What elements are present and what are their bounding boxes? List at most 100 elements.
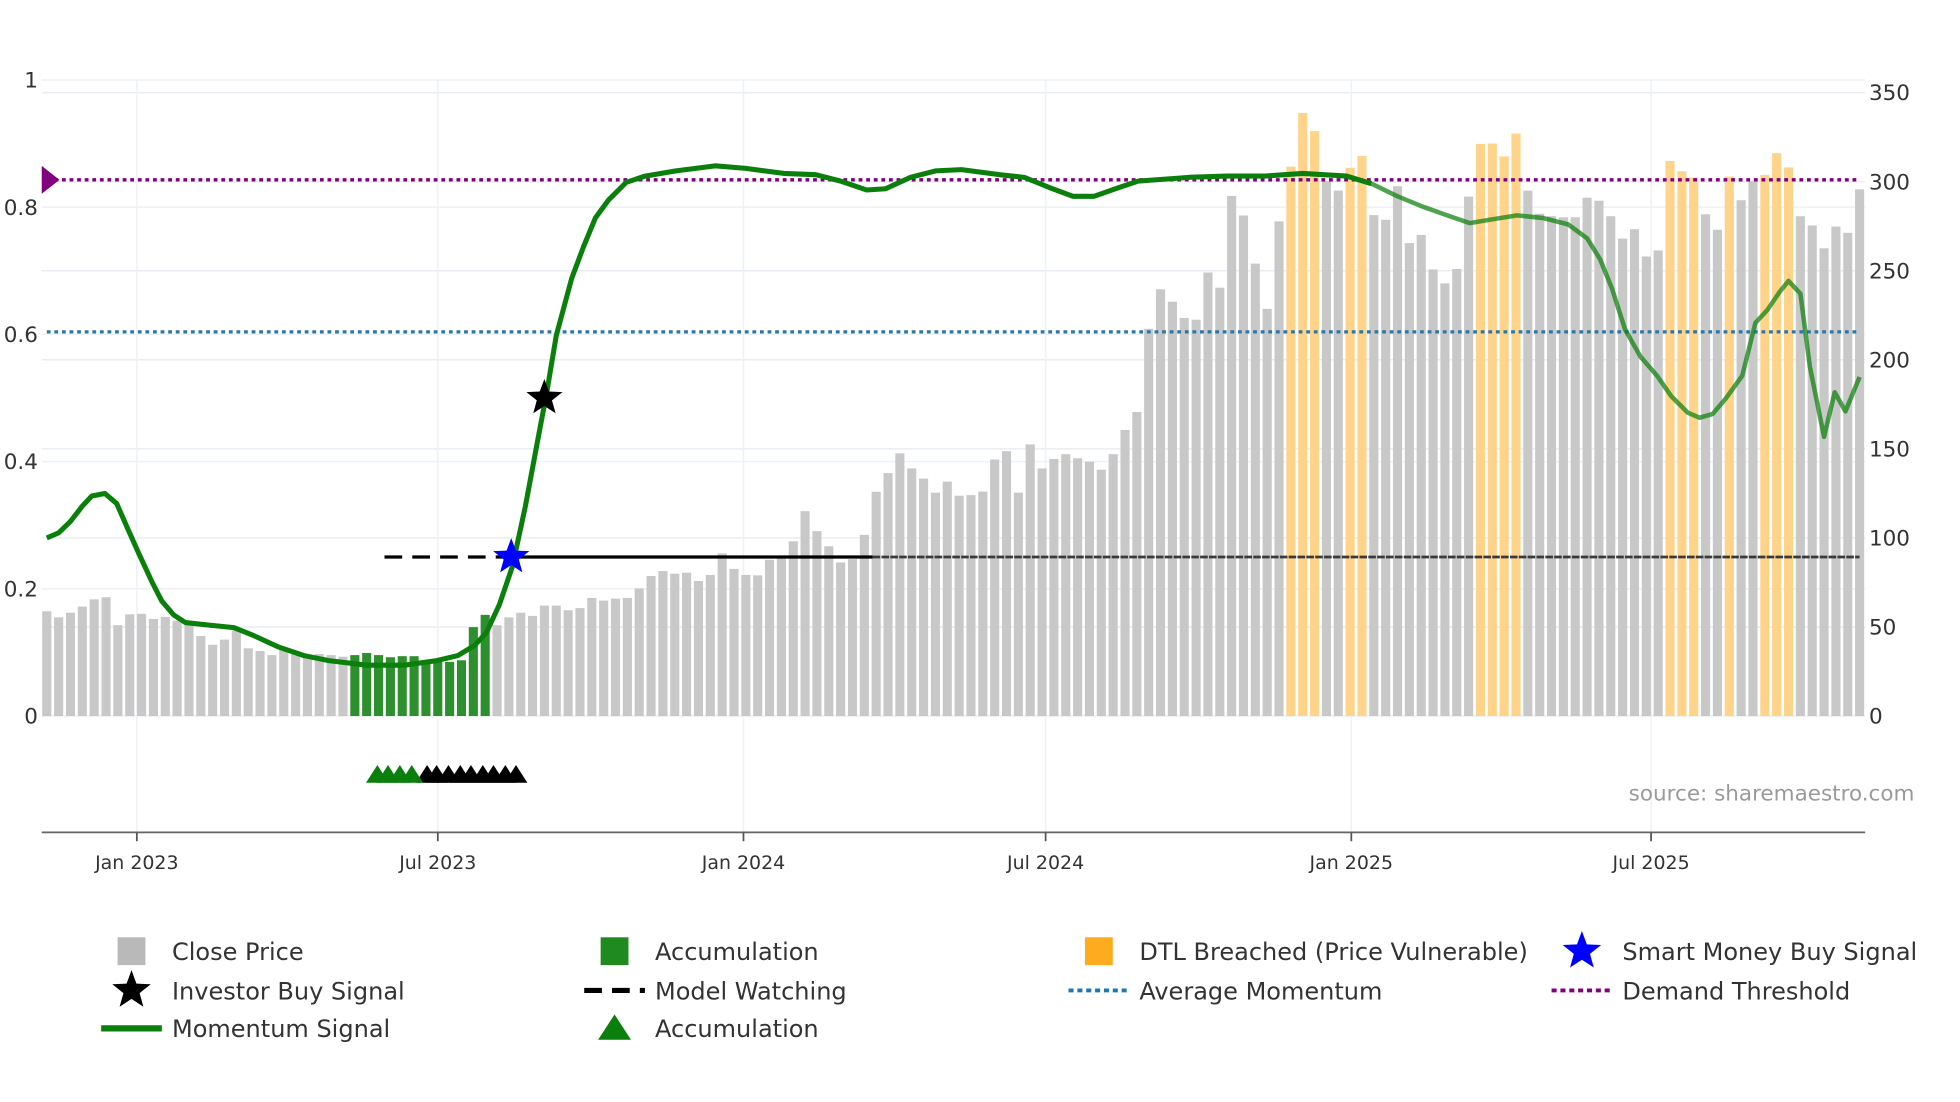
close-price-bar — [172, 620, 182, 717]
close-price-bar — [717, 553, 727, 717]
demand-threshold-marker — [41, 165, 60, 194]
close-price-bar — [1001, 451, 1012, 717]
left-tick-label: 1 — [24, 69, 38, 94]
right-tick-label: 300 — [1869, 170, 1910, 195]
close-price-bar — [148, 618, 158, 717]
close-price-bar — [1748, 181, 1758, 717]
close-price-bar — [326, 655, 336, 717]
close-price-bar — [859, 534, 869, 717]
close-price-bar — [1653, 250, 1663, 717]
close-price-bar — [243, 648, 253, 717]
close-price-bar — [1452, 268, 1462, 717]
close-price-bar — [302, 656, 313, 717]
close-price-bar — [516, 612, 526, 717]
dtl-breached-bar — [1511, 133, 1521, 717]
close-price-bar — [1013, 492, 1023, 717]
close-price-bar — [125, 614, 135, 717]
close-price-bar — [599, 600, 609, 717]
close-price-bar — [551, 605, 561, 717]
legend-item: DTL Breached (Price Vulnerable) — [1084, 937, 1528, 966]
accumulation-bar — [421, 661, 431, 717]
dtl-breached-bar — [1760, 174, 1770, 717]
left-tick-label: 0 — [24, 705, 38, 730]
close-price-bar — [930, 492, 940, 717]
close-price-bar — [634, 588, 644, 717]
close-price-bars — [42, 112, 1865, 717]
close-price-bar — [1736, 200, 1746, 717]
close-price-bar — [788, 541, 798, 717]
close-price-bar — [1333, 190, 1343, 717]
close-price-bar — [1546, 216, 1557, 717]
close-price-bar — [764, 559, 775, 717]
close-price-bar — [1629, 229, 1640, 717]
close-price-bar — [753, 575, 763, 717]
close-price-bar — [836, 562, 846, 717]
x-tick-label: Jan 2025 — [1309, 852, 1393, 874]
close-price-bar — [1404, 243, 1414, 717]
close-price-bar — [279, 648, 289, 717]
close-price-bar — [1025, 444, 1035, 717]
close-price-bar — [670, 573, 680, 717]
accumulation-bar — [445, 661, 455, 717]
close-price-bar — [954, 495, 964, 717]
legend-star-icon — [1562, 930, 1602, 968]
legend-label: Model Watching — [655, 977, 847, 1005]
close-price-bar — [101, 597, 111, 717]
close-price-bar — [1179, 317, 1189, 717]
close-price-bar — [1641, 256, 1651, 717]
legend-label: Accumulation — [655, 938, 819, 966]
dtl-breached-bar — [1357, 155, 1367, 717]
close-price-bar — [1819, 248, 1829, 717]
close-price-bar — [1369, 215, 1379, 717]
left-tick-label: 0.2 — [4, 577, 38, 602]
dtl-breached-bar — [1689, 177, 1699, 717]
right-tick-label: 250 — [1869, 259, 1910, 284]
close-price-bar — [1570, 217, 1580, 717]
close-price-bar — [1321, 181, 1331, 717]
source-label: source: sharemaestro.com — [1629, 782, 1915, 807]
close-price-bar — [682, 572, 692, 717]
x-tick-label: Jul 2025 — [1612, 852, 1690, 874]
x-tick-label: Jan 2023 — [94, 852, 178, 874]
dtl-breached-bar — [1783, 167, 1794, 717]
legend-item: Demand Threshold — [1551, 977, 1850, 1005]
close-price-bar — [42, 611, 52, 717]
left-tick-label: 0.8 — [4, 196, 38, 221]
close-price-bar — [1843, 232, 1853, 717]
close-price-bar — [705, 574, 715, 717]
close-price-bar — [1120, 429, 1130, 717]
close-price-bar — [539, 605, 549, 717]
close-price-bar — [255, 651, 265, 717]
close-price-bar — [800, 511, 810, 717]
close-price-bar — [1132, 411, 1142, 717]
right-tick-label: 0 — [1869, 705, 1883, 730]
dtl-breached-bar — [1310, 131, 1320, 717]
accumulation-bar — [456, 660, 467, 717]
close-price-bar — [54, 617, 64, 717]
close-price-bar — [1535, 213, 1545, 717]
close-price-bar — [824, 546, 834, 717]
legend-item: Smart Money Buy Signal — [1562, 930, 1917, 968]
close-price-bar — [1416, 234, 1426, 717]
close-price-bar — [1191, 319, 1201, 717]
close-price-bar — [847, 559, 858, 717]
x-tick-label: Jul 2024 — [1006, 852, 1084, 874]
close-price-bar — [1108, 454, 1118, 717]
legend-item: Model Watching — [584, 977, 847, 1005]
close-price-bar — [314, 654, 324, 717]
legend-item: Investor Buy Signal — [112, 970, 405, 1007]
close-price-bar — [1392, 186, 1403, 717]
close-price-bar — [646, 576, 656, 717]
close-price-bar — [1440, 283, 1450, 717]
close-price-bar — [610, 598, 621, 717]
dtl-breached-bar — [1677, 171, 1687, 717]
right-tick-label: 50 — [1869, 616, 1896, 641]
left-tick-label: 0.6 — [4, 323, 38, 348]
close-price-bar — [1464, 196, 1474, 717]
close-price-bar — [587, 597, 597, 717]
legend-label: Accumulation — [655, 1015, 819, 1043]
dtl-breached-bar — [1487, 143, 1497, 717]
close-price-bar — [1831, 226, 1841, 717]
close-price-bar — [184, 624, 194, 717]
legend-item: Momentum Signal — [101, 1015, 390, 1043]
